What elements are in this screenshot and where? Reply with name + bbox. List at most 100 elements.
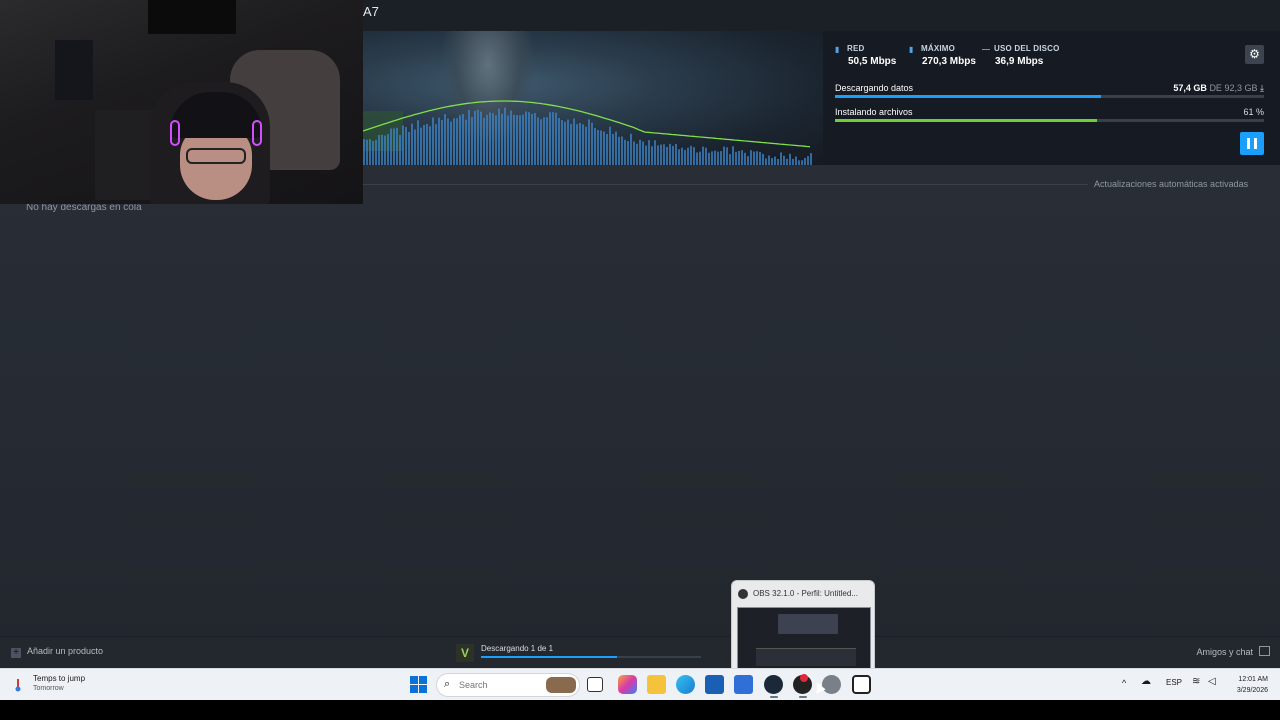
graph-bar [582, 124, 584, 165]
graph-bar [510, 111, 512, 165]
network-label: RED [847, 44, 865, 53]
graph-bar [567, 120, 569, 165]
graph-bar [483, 118, 485, 165]
add-product-label: Añadir un producto [27, 646, 103, 656]
graph-bar [492, 113, 494, 165]
graph-bar [369, 139, 371, 165]
graph-bar [639, 140, 641, 165]
bars-icon: ▮ [909, 45, 914, 54]
graph-bar [735, 152, 737, 165]
copilot-icon[interactable] [618, 675, 637, 694]
graph-bar [468, 110, 470, 165]
graph-bar [672, 146, 674, 165]
search-input[interactable] [459, 678, 539, 692]
clock-date: 3/29/2026 [1230, 685, 1268, 696]
download-banner [363, 31, 1280, 165]
graph-bar [453, 118, 455, 165]
graph-bar [579, 123, 581, 165]
graph-bar [405, 127, 407, 165]
graph-bar [627, 141, 629, 165]
graph-bar [378, 135, 380, 165]
graph-bar [615, 132, 617, 165]
graph-bar [645, 146, 647, 165]
pause-button[interactable] [1240, 132, 1264, 155]
graph-bar [462, 114, 464, 165]
steam-icon[interactable] [764, 675, 783, 694]
graph-bar [756, 151, 758, 165]
chevron-up-icon[interactable]: ^ [1122, 678, 1126, 688]
graph-bar [612, 134, 614, 165]
graph-bar [459, 115, 461, 165]
graph-bar [447, 119, 449, 165]
graph-bar [603, 132, 605, 165]
language-indicator[interactable]: ESP [1166, 678, 1182, 687]
graph-bar [519, 115, 521, 165]
wifi-icon[interactable]: ≋ [1192, 676, 1200, 687]
graph-bar [423, 125, 425, 165]
folder-icon[interactable] [647, 675, 666, 694]
graph-bar [600, 130, 602, 165]
graph-bar [486, 115, 488, 165]
graph-bar [777, 159, 779, 165]
volume-icon[interactable]: ◁ [1208, 676, 1216, 687]
graph-bar [549, 112, 551, 165]
graph-bar [684, 150, 686, 165]
graph-bar [426, 124, 428, 165]
graph-bar [768, 156, 770, 165]
graph-bar [477, 110, 479, 165]
graph-bar [732, 146, 734, 165]
graph-bar [489, 113, 491, 165]
outlook-icon[interactable] [734, 675, 753, 694]
taskbar-search[interactable]: ⌕ [436, 673, 580, 697]
graph-bar [609, 127, 611, 165]
weather-title: Temps to jump [33, 674, 85, 683]
graph-bar [789, 154, 791, 165]
install-progress-bar [835, 119, 1264, 122]
graph-bar [561, 120, 563, 165]
graph-bar [480, 112, 482, 165]
graph-bar [750, 150, 752, 165]
graph-bar [414, 129, 416, 165]
download-settings-button[interactable]: ⚙ [1245, 45, 1264, 64]
obs-preview-title: OBS 32.1.0 - Perfil: Untitled... [753, 589, 858, 598]
settings-icon[interactable] [822, 675, 841, 694]
windows-taskbar: Temps to jump Tomorrow ⌕ ^ ☁ ESP ≋ ◁ 12:… [0, 668, 1280, 700]
graph-bar [513, 115, 515, 165]
graph-bar [522, 115, 524, 165]
graph-bar [444, 114, 446, 165]
store-icon[interactable] [705, 675, 724, 694]
disk-label: USO DEL DISCO [994, 44, 1060, 53]
graph-bar [474, 111, 476, 165]
of-label: DE [1209, 83, 1222, 93]
graph-bar [729, 154, 731, 165]
graph-bar [795, 157, 797, 165]
graph-bar [564, 122, 566, 165]
steam-footer: + Añadir un producto V Descargando 1 de 1… [0, 636, 1280, 668]
network-stat: ▮ RED 50,5 Mbps [835, 44, 896, 67]
line-icon: — [982, 45, 990, 54]
graph-bar [714, 151, 716, 165]
graph-bar [747, 156, 749, 165]
graph-bar [711, 151, 713, 165]
start-button[interactable] [409, 675, 428, 694]
graph-bar [651, 146, 653, 165]
clock[interactable]: 12:01 AM 3/29/2026 [1230, 674, 1268, 696]
camera-icon[interactable] [852, 675, 871, 694]
file-explorer-icon[interactable] [587, 677, 603, 692]
friends-chat-button[interactable]: Amigos y chat [1196, 646, 1270, 657]
edge-icon[interactable] [676, 675, 695, 694]
cloud-icon[interactable]: ☁ [1141, 676, 1151, 687]
graph-bar [558, 118, 560, 165]
graph-bar [678, 149, 680, 165]
graph-bar [786, 159, 788, 165]
graph-bar [528, 112, 530, 165]
weather-subtitle: Tomorrow [33, 685, 64, 692]
graph-bar [798, 160, 800, 165]
graph-bar [585, 127, 587, 165]
gear-icon: ⚙ [1249, 47, 1260, 61]
obs-taskbar-preview[interactable]: OBS 32.1.0 - Perfil: Untitled... [731, 580, 875, 670]
graph-bar [726, 147, 728, 165]
download-progress-bar [835, 95, 1264, 98]
graph-bar [570, 124, 572, 165]
add-product-button[interactable]: + Añadir un producto [11, 646, 103, 658]
